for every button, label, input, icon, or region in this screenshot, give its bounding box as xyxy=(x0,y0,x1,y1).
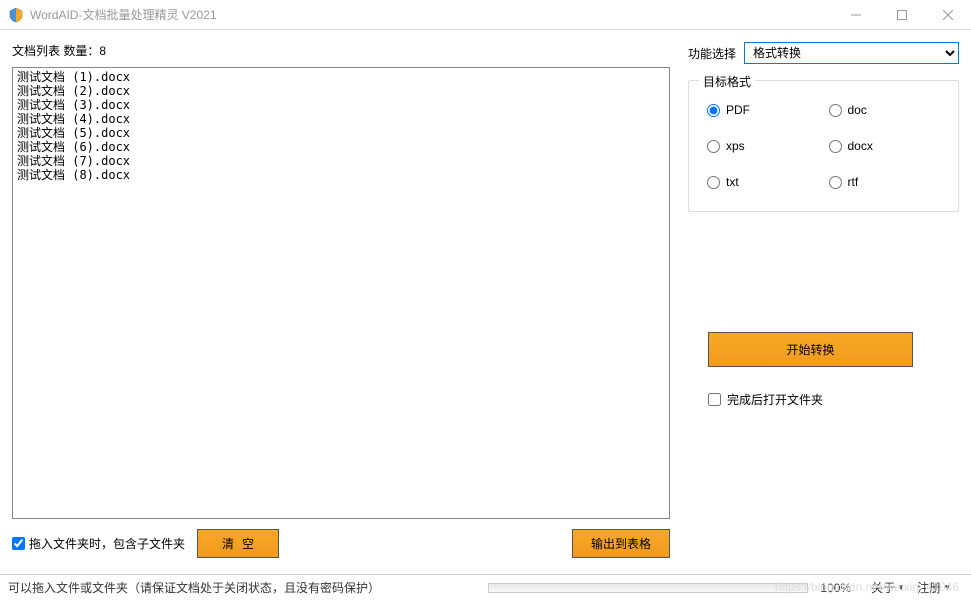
format-radio-txt[interactable]: txt xyxy=(707,175,819,189)
format-radio-rtf[interactable]: rtf xyxy=(829,175,941,189)
file-list[interactable]: 测试文档 (1).docx测试文档 (2).docx测试文档 (3).docx测… xyxy=(12,67,670,519)
status-hint: 可以拖入文件或文件夹（请保证文档处于关闭状态，且没有密码保护） xyxy=(8,579,488,596)
open-folder-after-checkbox[interactable]: 完成后打开文件夹 xyxy=(708,391,959,408)
function-select-label: 功能选择 xyxy=(688,45,736,62)
format-radio-doc-label: doc xyxy=(848,103,867,117)
format-radio-xps-input[interactable] xyxy=(707,140,720,153)
right-panel: 功能选择 格式转换 目标格式 PDF doc xps xyxy=(670,42,959,558)
format-radio-doc-input[interactable] xyxy=(829,104,842,117)
format-radio-txt-label: txt xyxy=(726,175,739,189)
list-item[interactable]: 测试文档 (5).docx xyxy=(17,126,665,140)
titlebar: WordAID-文档批量处理精灵 V2021 xyxy=(0,0,971,30)
start-convert-button[interactable]: 开始转换 xyxy=(708,332,913,367)
close-button[interactable] xyxy=(925,0,971,30)
main-content: 文档列表 数量：8 测试文档 (1).docx测试文档 (2).docx测试文档… xyxy=(0,30,971,570)
list-item[interactable]: 测试文档 (1).docx xyxy=(17,70,665,84)
list-item[interactable]: 测试文档 (6).docx xyxy=(17,140,665,154)
list-item[interactable]: 测试文档 (4).docx xyxy=(17,112,665,126)
format-radio-rtf-label: rtf xyxy=(848,175,859,189)
register-menu[interactable]: 注册 ▼ xyxy=(917,579,951,596)
target-format-group: 目标格式 PDF doc xps docx xyxy=(688,80,959,212)
format-radio-pdf[interactable]: PDF xyxy=(707,103,819,117)
format-radio-grid: PDF doc xps docx txt xyxy=(707,103,940,189)
list-item[interactable]: 测试文档 (3).docx xyxy=(17,98,665,112)
chevron-down-icon: ▼ xyxy=(943,583,951,592)
list-item[interactable]: 测试文档 (2).docx xyxy=(17,84,665,98)
format-radio-txt-input[interactable] xyxy=(707,176,720,189)
app-icon xyxy=(8,7,24,23)
export-table-button[interactable]: 输出到表格 xyxy=(572,529,670,558)
progress-percent: 100% xyxy=(820,581,851,595)
register-label: 注册 xyxy=(917,579,941,596)
format-radio-rtf-input[interactable] xyxy=(829,176,842,189)
about-menu[interactable]: 关于 ▼ xyxy=(871,579,905,596)
left-bottom-bar: 拖入文件夹时，包含子文件夹 清空 输出到表格 xyxy=(12,529,670,558)
include-subfolders-checkbox[interactable]: 拖入文件夹时，包含子文件夹 xyxy=(12,535,185,552)
format-radio-docx[interactable]: docx xyxy=(829,139,941,153)
list-item[interactable]: 测试文档 (7).docx xyxy=(17,154,665,168)
format-radio-xps[interactable]: xps xyxy=(707,139,819,153)
function-select[interactable]: 格式转换 xyxy=(744,42,959,64)
target-format-title: 目标格式 xyxy=(699,73,755,90)
format-radio-docx-label: docx xyxy=(848,139,873,153)
about-label: 关于 xyxy=(871,579,895,596)
open-folder-after-input[interactable] xyxy=(708,393,721,406)
progress-bar xyxy=(488,583,808,593)
format-radio-pdf-input[interactable] xyxy=(707,104,720,117)
format-radio-pdf-label: PDF xyxy=(726,103,750,117)
function-select-row: 功能选择 格式转换 xyxy=(688,42,959,64)
format-radio-docx-input[interactable] xyxy=(829,140,842,153)
maximize-button[interactable] xyxy=(879,0,925,30)
left-panel: 文档列表 数量：8 测试文档 (1).docx测试文档 (2).docx测试文档… xyxy=(12,42,670,558)
clear-button[interactable]: 清空 xyxy=(197,529,279,558)
include-subfolders-input[interactable] xyxy=(12,537,25,550)
list-item[interactable]: 测试文档 (8).docx xyxy=(17,168,665,182)
format-radio-xps-label: xps xyxy=(726,139,745,153)
chevron-down-icon: ▼ xyxy=(897,583,905,592)
statusbar: 可以拖入文件或文件夹（请保证文档处于关闭状态，且没有密码保护） 100% 关于 … xyxy=(0,574,971,600)
open-folder-after-label: 完成后打开文件夹 xyxy=(727,391,823,408)
include-subfolders-label: 拖入文件夹时，包含子文件夹 xyxy=(29,535,185,552)
list-label: 文档列表 数量：8 xyxy=(12,42,670,59)
minimize-button[interactable] xyxy=(833,0,879,30)
format-radio-doc[interactable]: doc xyxy=(829,103,941,117)
window-controls xyxy=(833,0,971,30)
window-title: WordAID-文档批量处理精灵 V2021 xyxy=(30,6,833,23)
